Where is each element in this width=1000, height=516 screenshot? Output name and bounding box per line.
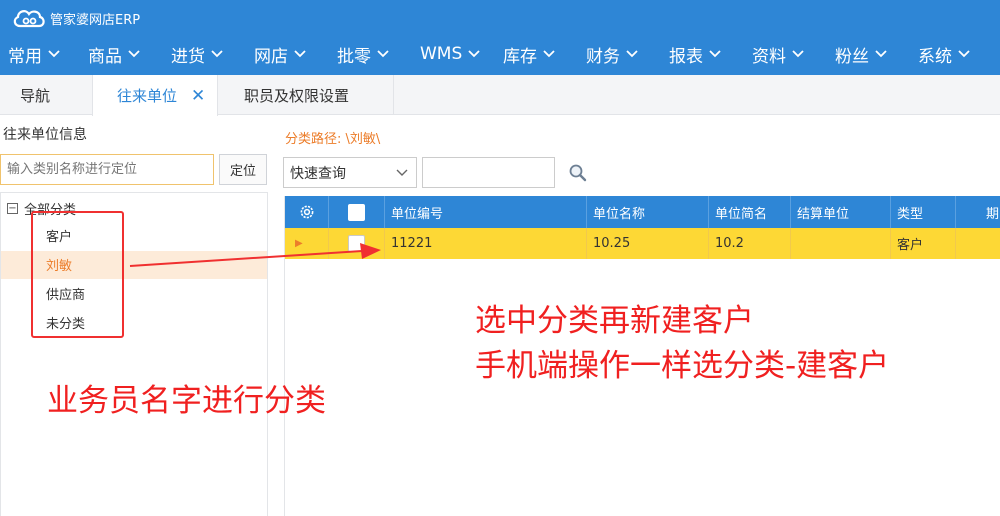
annotation-right-line-2: 手机端操作一样选分类-建客户 xyxy=(475,348,890,384)
annotation-right-line-1: 选中分类再新建客户 xyxy=(475,303,754,339)
app-window: 管家婆网店ERP 常用 商品 进货 网店 批零 WMS 库存 财务 报表 资料 粉丝 系统 导航 往来… xyxy=(0,0,1000,516)
annotation-left-note: 业务员名字进行分类 xyxy=(47,383,326,419)
annotation-arrow xyxy=(129,243,381,267)
